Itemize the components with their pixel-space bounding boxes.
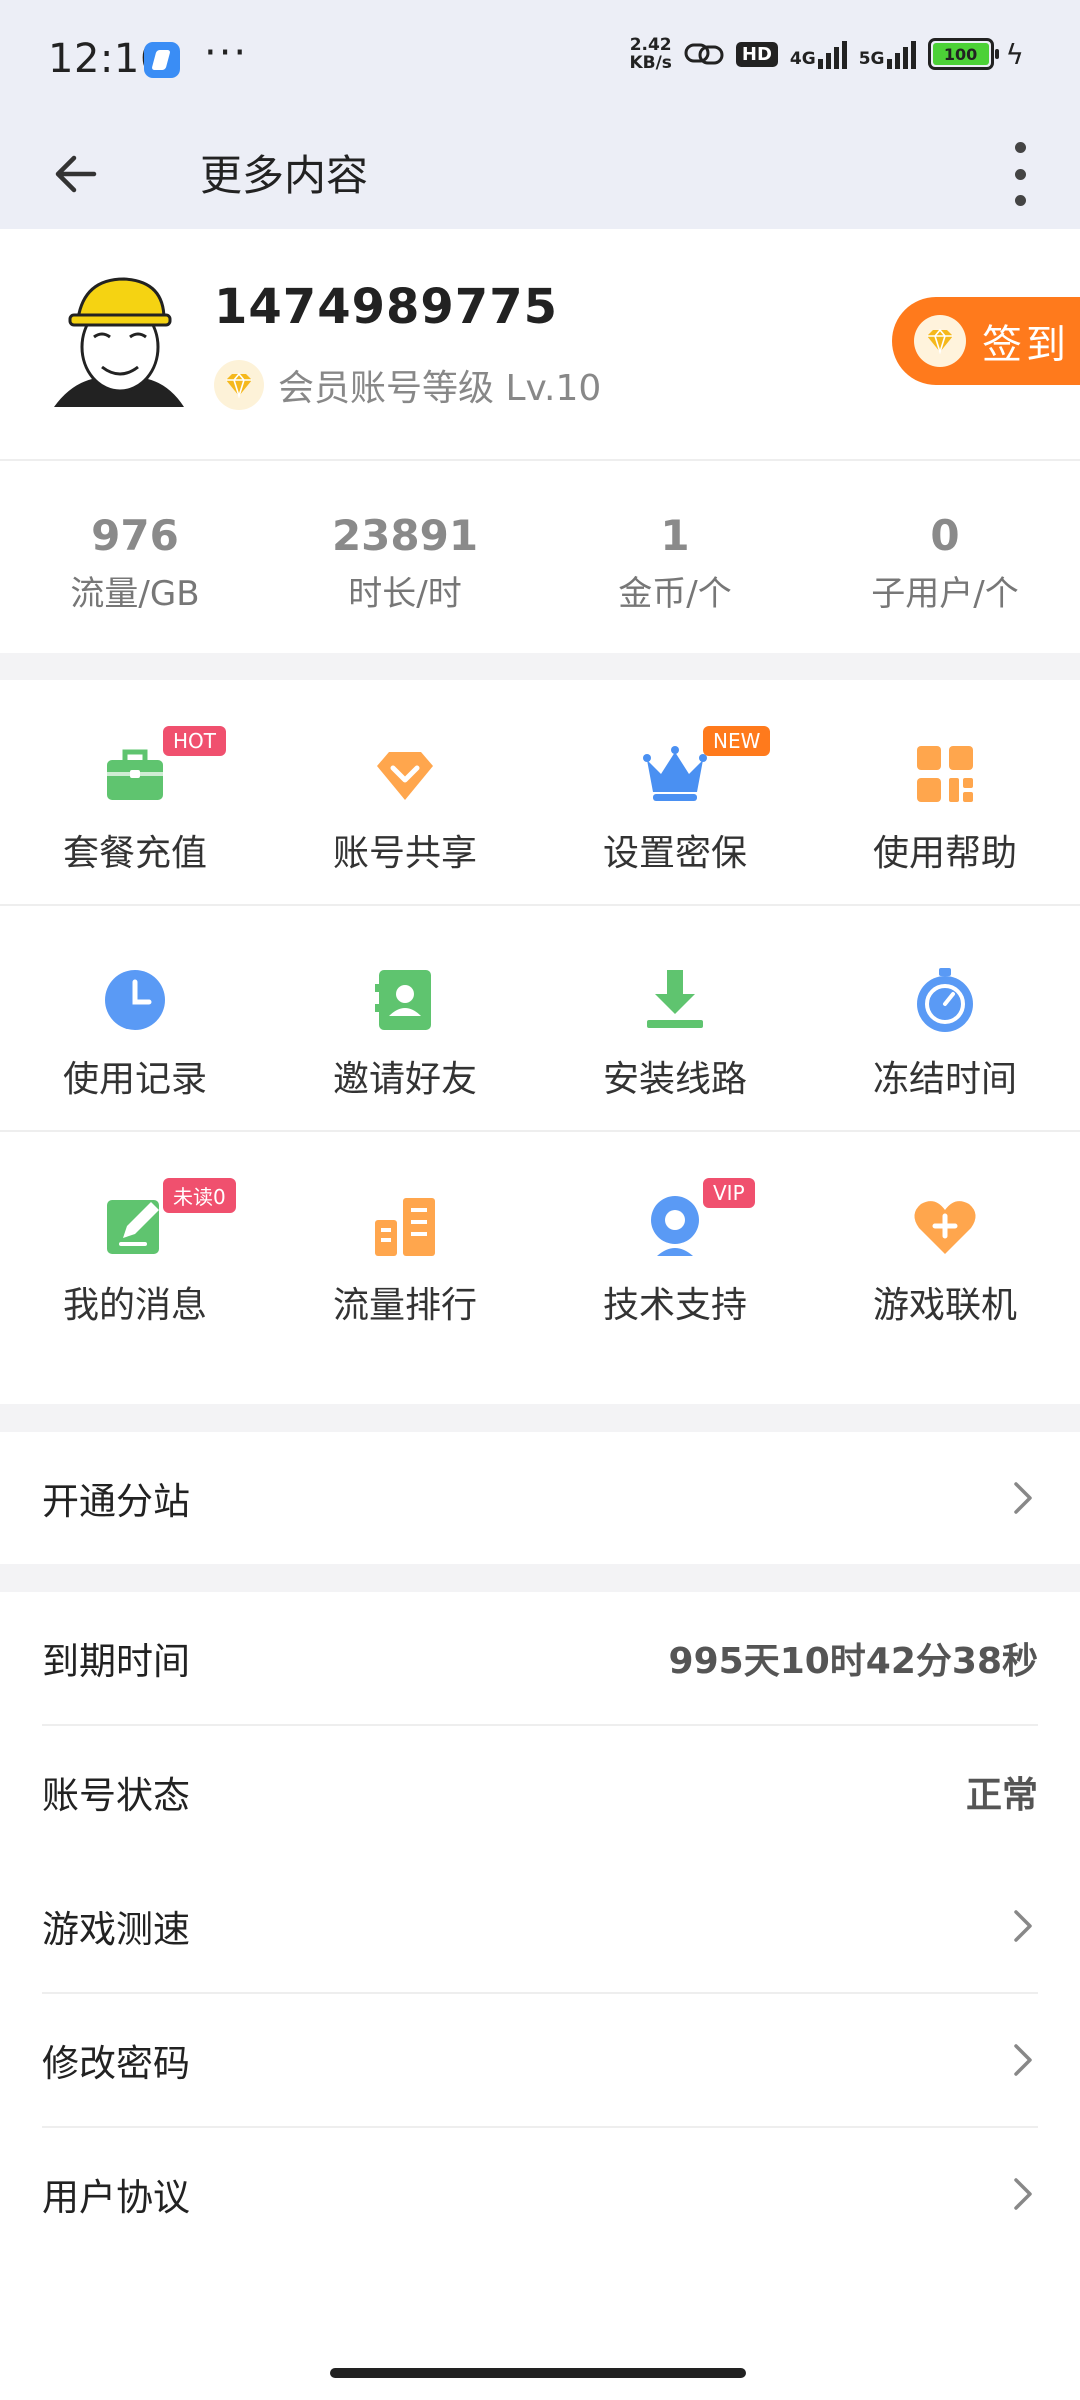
edit-icon [107, 1200, 159, 1254]
expire-time-row: 到期时间 995天10时42分38秒 [42, 1592, 1038, 1724]
home-indicator[interactable] [330, 2368, 746, 2378]
change-password-row[interactable]: 修改密码 [42, 1994, 1038, 2126]
grid-item-freeze-time[interactable]: 冻结时间 [810, 906, 1080, 1130]
back-arrow-icon[interactable] [48, 144, 108, 204]
stat-subusers[interactable]: 0 子用户/个 [810, 461, 1080, 653]
chevron-right-icon [1014, 1910, 1032, 1942]
status-more-dots: ··· [204, 30, 249, 76]
top-bar: 12:16 ··· 2.42 KB/s HD 4G 5G 100 ϟ 更多内容 [0, 0, 1080, 229]
contact-icon [375, 970, 431, 1030]
member-level: 会员账号等级 Lv.10 [214, 359, 601, 411]
diamond-badge-icon [214, 360, 264, 410]
grid-item-account-share[interactable]: 账号共享 [270, 680, 540, 904]
hd-icon: HD [735, 41, 778, 67]
feature-grid: HOT 套餐充值 账号共享 NEW 设置密保 使用帮助 使用记录 邀请好友 安装… [0, 680, 1080, 1358]
grid-item-usage-record[interactable]: 使用记录 [0, 906, 270, 1130]
open-substation-row[interactable]: 开通分站 [42, 1432, 1038, 1564]
status-bar: 12:16 ··· 2.42 KB/s HD 4G 5G 100 ϟ [0, 0, 1080, 120]
grid-icon [917, 746, 973, 802]
link-icon [684, 43, 724, 65]
heart-plus-icon [914, 1201, 976, 1254]
briefcase-icon [107, 749, 163, 800]
profile-card: 1474989775 会员账号等级 Lv.10 签到 [0, 229, 1080, 461]
grid-item-my-messages[interactable]: 未读0 我的消息 [0, 1132, 270, 1358]
vip-badge: VIP [703, 1178, 755, 1208]
download-icon [647, 970, 703, 1028]
overflow-menu-icon[interactable] [1008, 142, 1032, 206]
grid-item-invite-friends[interactable]: 邀请好友 [270, 906, 540, 1130]
diamond-icon [914, 315, 966, 367]
section-gap [0, 653, 1080, 680]
avatar[interactable] [44, 267, 194, 417]
signal-5g-icon: 5G [859, 39, 916, 69]
stats-row: 976 流量/GB 23891 时长/时 1 金币/个 0 子用户/个 [0, 461, 1080, 653]
diamond-icon [377, 752, 433, 800]
section-gap [0, 1564, 1080, 1592]
grid-item-game-online[interactable]: 游戏联机 [810, 1132, 1080, 1358]
page-title: 更多内容 [200, 151, 369, 200]
signin-button[interactable]: 签到 [892, 297, 1080, 385]
webcam-icon [651, 1196, 699, 1256]
account-status-row: 账号状态 正常 [42, 1726, 1038, 1858]
grid-item-install-route[interactable]: 安装线路 [540, 906, 810, 1130]
expire-time-value: 995天10时42分38秒 [668, 1641, 1038, 1682]
chevron-right-icon [1014, 1482, 1032, 1514]
grid-item-package-recharge[interactable]: HOT 套餐充值 [0, 680, 270, 904]
user-id: 1474989775 [214, 279, 558, 335]
signin-label: 签到 [982, 322, 1070, 368]
unread-badge: 未读0 [163, 1178, 236, 1213]
app-bar: 更多内容 [0, 120, 1080, 229]
grid-row: 使用记录 邀请好友 安装线路 冻结时间 [0, 906, 1080, 1132]
grid-item-tech-support[interactable]: VIP 技术支持 [540, 1132, 810, 1358]
grid-item-security-question[interactable]: NEW 设置密保 [540, 680, 810, 904]
game-speed-test-row[interactable]: 游戏测速 [42, 1860, 1038, 1992]
app-notification-icon [144, 42, 180, 78]
user-agreement-row[interactable]: 用户协议 [42, 2128, 1038, 2260]
stat-traffic[interactable]: 976 流量/GB [0, 461, 270, 653]
grid-row: HOT 套餐充值 账号共享 NEW 设置密保 使用帮助 [0, 680, 1080, 906]
net-speed: 2.42 KB/s [629, 35, 672, 73]
chevron-right-icon [1014, 2044, 1032, 2076]
grid-item-traffic-ranking[interactable]: 流量排行 [270, 1132, 540, 1358]
crown-icon [643, 746, 707, 801]
stopwatch-icon [917, 968, 973, 1032]
new-badge: NEW [703, 726, 771, 756]
grid-item-help[interactable]: 使用帮助 [810, 680, 1080, 904]
stat-coins[interactable]: 1 金币/个 [540, 461, 810, 653]
section-gap [0, 1404, 1080, 1432]
hot-badge: HOT [163, 726, 226, 756]
stat-duration[interactable]: 23891 时长/时 [270, 461, 540, 653]
chevron-right-icon [1014, 2178, 1032, 2210]
building-icon [375, 1198, 435, 1256]
clock-icon [105, 970, 165, 1030]
signal-4g-icon: 4G [790, 39, 847, 69]
charging-icon: ϟ [1005, 37, 1024, 71]
battery-icon: 100 [927, 38, 999, 70]
status-icons: 2.42 KB/s HD 4G 5G 100 ϟ [629, 36, 1024, 72]
account-status-value: 正常 [965, 1775, 1038, 1816]
grid-row: 未读0 我的消息 流量排行 VIP 技术支持 游戏联机 [0, 1132, 1080, 1358]
